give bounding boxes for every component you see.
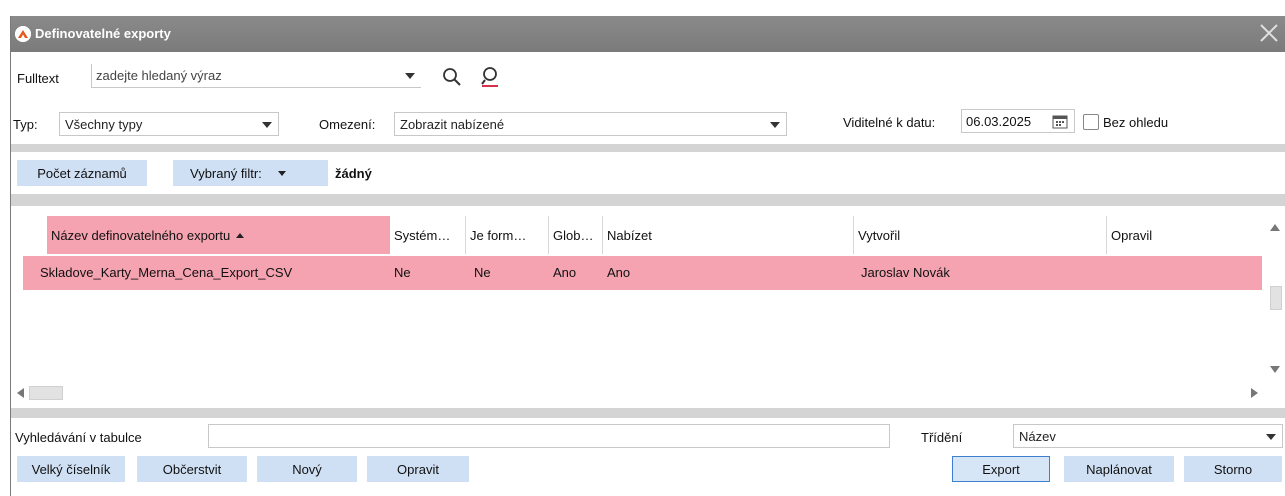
chevron-down-icon <box>277 170 286 176</box>
column-header-system[interactable]: Systém… <box>390 216 466 254</box>
fulltext-combo[interactable]: zadejte hledaný výraz <box>91 64 421 88</box>
horizontal-scrollbar[interactable] <box>11 384 1264 402</box>
filter-value: žádný <box>335 166 372 181</box>
viditelne-label: Viditelné k datu: <box>843 115 936 130</box>
sort-ascending-icon <box>236 232 245 238</box>
table-search-input[interactable] <box>208 424 890 448</box>
clear-search-icon[interactable] <box>479 66 501 88</box>
sort-select[interactable]: Název <box>1013 424 1283 448</box>
cell-system: Ne <box>394 265 411 280</box>
cell-je-form: Ne <box>474 265 491 280</box>
column-header-je-form[interactable]: Je form… <box>466 216 549 254</box>
bez-ohledu-label: Bez ohledu <box>1103 115 1169 130</box>
vybrany-filtr-button[interactable]: Vybraný filtr: <box>173 160 328 186</box>
typ-select[interactable]: Všechny typy <box>59 112 279 136</box>
chevron-down-icon[interactable] <box>770 122 780 128</box>
column-header-opravil[interactable]: Opravil <box>1107 216 1262 254</box>
omezeni-label: Omezení: <box>319 117 376 132</box>
date-field[interactable]: 06.03.2025 <box>961 109 1075 133</box>
app-logo-icon <box>15 26 31 42</box>
column-header-label: Název definovatelného exportu <box>51 227 231 243</box>
title-bar: Definovatelné exporty <box>11 16 1285 52</box>
column-header-label: Je form… <box>470 227 527 243</box>
chevron-down-icon[interactable] <box>1266 434 1276 440</box>
opravit-button[interactable]: Opravit <box>367 456 469 482</box>
separator <box>11 408 1285 418</box>
scroll-left-icon[interactable] <box>17 388 24 398</box>
storno-button[interactable]: Storno <box>1184 456 1282 482</box>
vertical-scrollbar[interactable] <box>1264 216 1285 404</box>
novy-button[interactable]: Nový <box>257 456 357 482</box>
obcerstvit-button[interactable]: Občerstvit <box>137 456 247 482</box>
exports-table: Název definovatelného exportu Systém… Je… <box>11 216 1285 404</box>
sort-label: Třídění <box>921 430 963 445</box>
table-search-label: Vyhledávání v tabulce <box>15 430 142 445</box>
omezeni-value: Zobrazit nabízené <box>400 117 505 132</box>
cell-nazev: Skladove_Karty_Merna_Cena_Export_CSV <box>40 265 293 280</box>
dialog-window: Definovatelné exporty Fulltext zadejte h… <box>10 16 1285 496</box>
fulltext-input[interactable]: zadejte hledaný výraz <box>96 68 222 83</box>
chevron-down-icon[interactable] <box>262 122 272 128</box>
bez-ohledu-checkbox[interactable] <box>1083 114 1099 130</box>
close-icon[interactable] <box>1256 20 1282 46</box>
window-title: Definovatelné exporty <box>35 26 171 41</box>
naplanovat-button[interactable]: Naplánovat <box>1064 456 1174 482</box>
cell-nabizet: Ano <box>607 265 631 280</box>
column-header-vytvoril[interactable]: Vytvořil <box>854 216 1107 254</box>
calendar-icon[interactable] <box>1052 114 1068 129</box>
fulltext-label: Fulltext <box>17 71 59 86</box>
column-header-label: Nabízet <box>607 227 652 243</box>
omezeni-select[interactable]: Zobrazit nabízené <box>394 112 787 136</box>
column-header-nabizet[interactable]: Nabízet <box>603 216 854 254</box>
typ-value: Všechny typy <box>65 117 143 132</box>
export-button[interactable]: Export <box>952 456 1050 482</box>
separator <box>11 194 1285 206</box>
cell-vytvoril: Jaroslav Novák <box>861 265 950 280</box>
chevron-down-icon[interactable] <box>405 73 415 79</box>
scroll-thumb[interactable] <box>1270 286 1282 310</box>
column-header-label: Vytvořil <box>858 227 901 243</box>
scroll-right-icon[interactable] <box>1251 388 1258 398</box>
top-strip <box>0 0 1285 16</box>
vybrany-filtr-label: Vybraný filtr: <box>190 165 262 181</box>
separator <box>11 140 1285 152</box>
date-value: 06.03.2025 <box>966 114 1032 129</box>
sort-value: Název <box>1019 429 1056 444</box>
search-icon[interactable] <box>441 66 463 88</box>
column-header-label: Opravil <box>1111 227 1153 243</box>
column-header-label: Systém… <box>394 227 451 243</box>
column-header-label: Glob… <box>553 227 594 243</box>
scroll-thumb[interactable] <box>29 386 63 400</box>
typ-label: Typ: <box>13 117 38 132</box>
velky-ciselnik-button[interactable]: Velký číselník <box>17 456 125 482</box>
pocet-zaznamu-button[interactable]: Počet záznamů <box>17 160 147 186</box>
cell-glob: Ano <box>553 265 577 280</box>
table-row[interactable]: Skladove_Karty_Merna_Cena_Export_CSV Ne … <box>23 256 1262 290</box>
scroll-down-icon[interactable] <box>1270 366 1280 373</box>
column-header-nazev[interactable]: Název definovatelného exportu <box>47 216 390 254</box>
scroll-up-icon[interactable] <box>1270 224 1280 231</box>
column-header-glob[interactable]: Glob… <box>549 216 603 254</box>
